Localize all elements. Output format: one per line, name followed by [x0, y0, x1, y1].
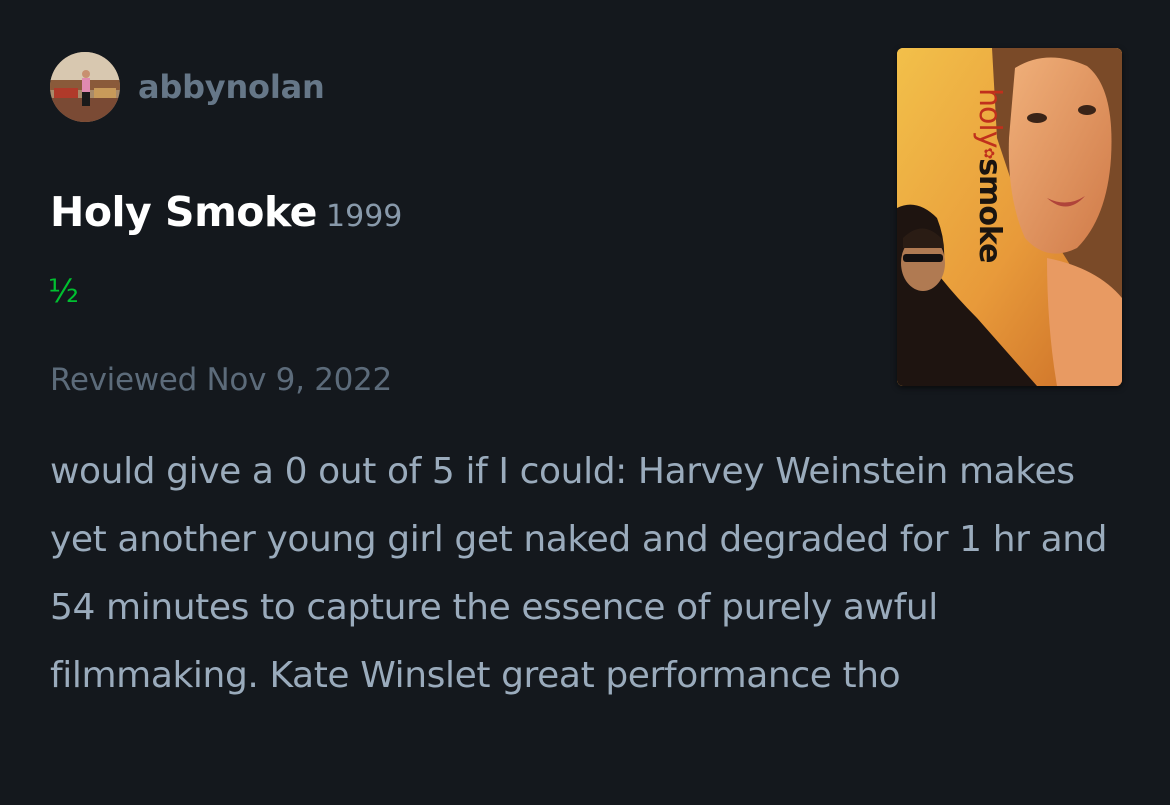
author-row[interactable]: abbynolan — [50, 52, 325, 122]
review-text: would give a 0 out of 5 if I could: Harv… — [50, 451, 1108, 696]
poster-title: holy✿smoke — [972, 88, 1007, 263]
rating-half-star: ½ — [48, 272, 80, 310]
film-title-link[interactable]: Holy Smoke — [50, 188, 317, 236]
review-card: abbynolan Holy Smoke 1999 ½ Reviewed Nov… — [0, 0, 1170, 805]
film-year-link[interactable]: 1999 — [326, 199, 402, 234]
star-rating: ½ — [48, 272, 79, 310]
avatar-image — [50, 52, 120, 122]
film-heading: Holy Smoke 1999 — [50, 188, 402, 236]
reviewed-date[interactable]: Reviewed Nov 9, 2022 — [50, 362, 392, 398]
avatar[interactable] — [50, 52, 120, 122]
poster-artwork — [897, 48, 1122, 386]
film-poster[interactable]: holy✿smoke — [897, 48, 1122, 386]
username-link[interactable]: abbynolan — [138, 68, 325, 106]
